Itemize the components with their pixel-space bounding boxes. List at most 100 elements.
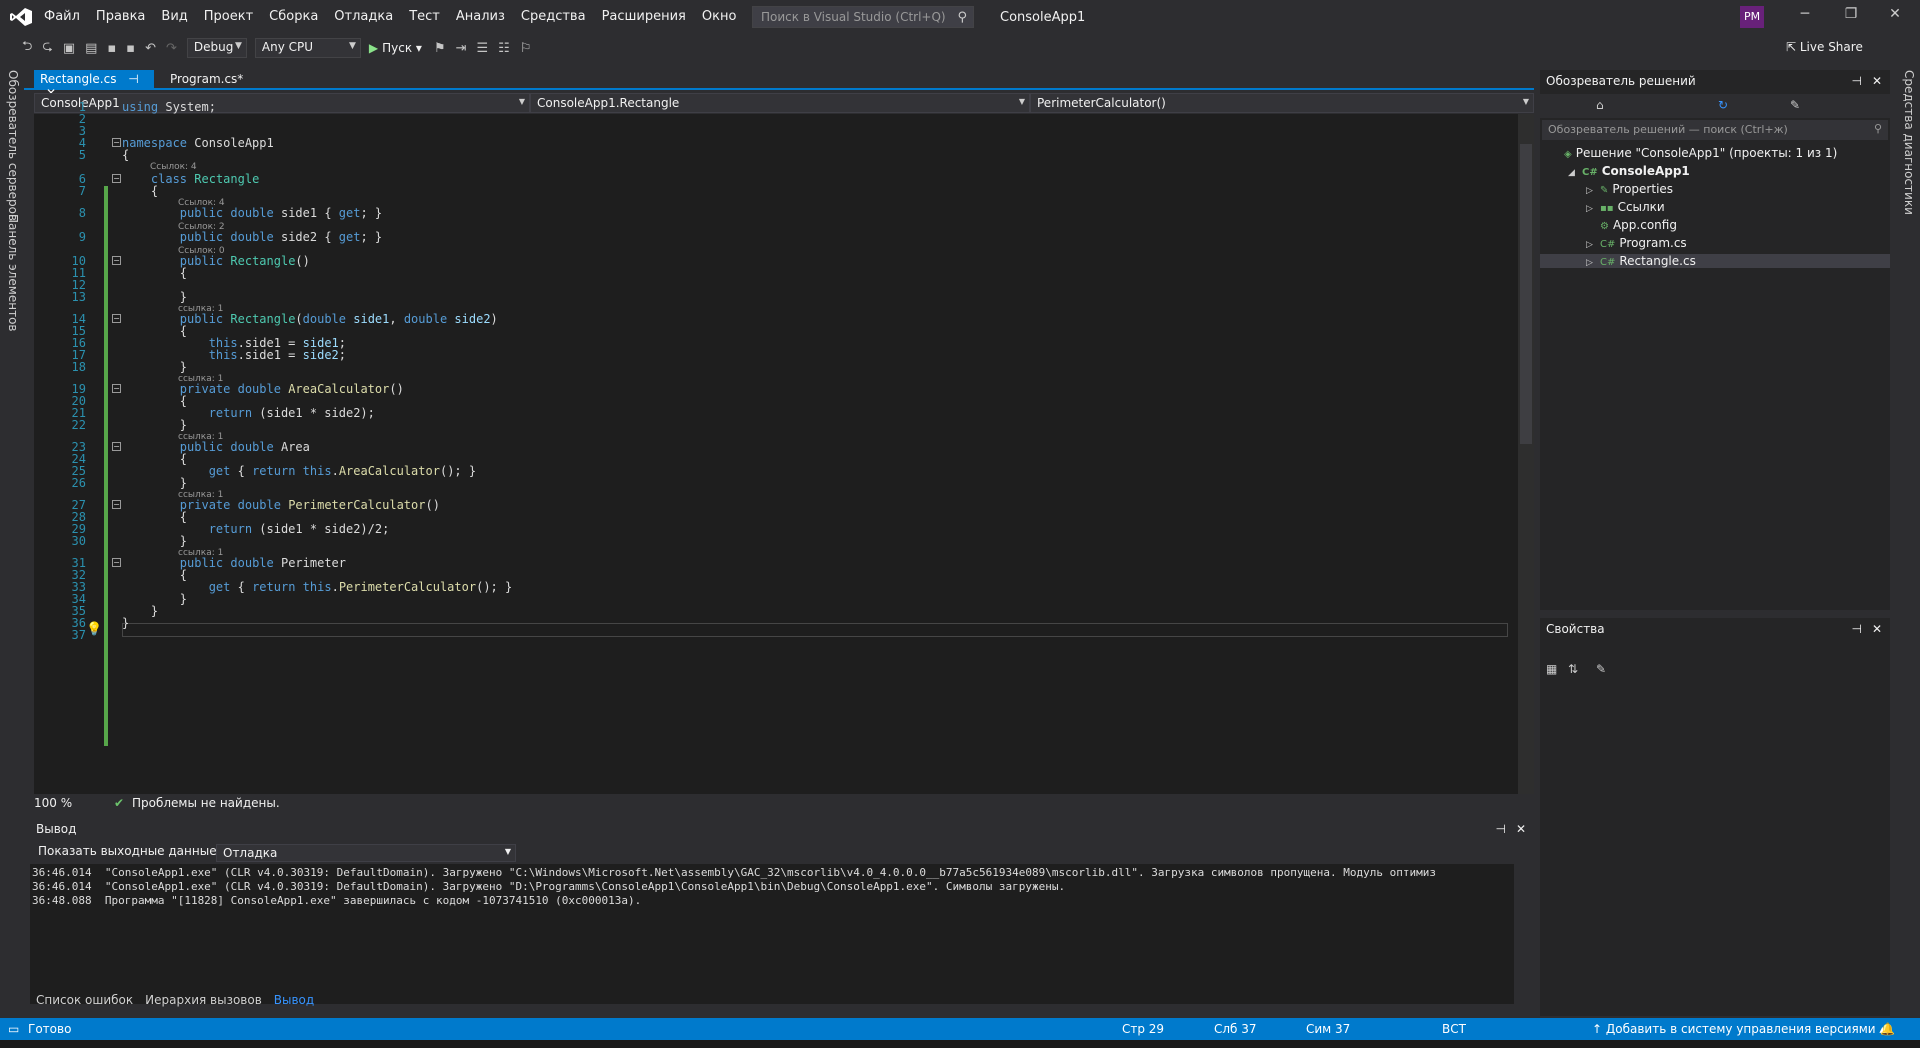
comment-icon[interactable]: ☷ [498,41,510,56]
tree-item[interactable]: ◢ C# ConsoleApp1 [1568,164,1690,178]
tab-error-list[interactable]: Список ошибок [30,992,139,1010]
save-all-icon[interactable]: ▪ [126,41,135,56]
project-dropdown[interactable]: ConsoleApp1 ▼ [34,93,530,113]
vertical-scrollbar[interactable] [1518,114,1534,794]
codelens-references[interactable]: ссылка: 1 [178,304,223,314]
codelens-references[interactable]: ссылка: 1 [178,432,223,442]
code-line[interactable]: { [122,148,129,162]
tree-item[interactable]: ▷ ✎ Properties [1586,182,1673,196]
codelens-references[interactable]: ссылка: 1 [178,490,223,500]
output-text[interactable]: 36:46.014 "ConsoleApp1.exe" (CLR v4.0.30… [30,864,1514,1032]
expander-icon[interactable]: ▷ [1586,186,1600,196]
code-line[interactable]: { [122,184,158,198]
pin-icon[interactable]: ⊣ [1496,822,1506,836]
server-explorer-tab[interactable]: Обозреватель серверов [6,70,20,221]
indent-icon[interactable]: ☰ [477,41,489,56]
home-icon[interactable]: ⌂ [1596,98,1604,112]
live-share-button[interactable]: ⇱ Live Share [1786,40,1863,54]
tab-program-cs[interactable]: Program.cs* [164,70,249,88]
collapse-icon[interactable]: − [112,314,121,323]
tab-call-hierarchy[interactable]: Иерархия вызовов [139,992,268,1010]
expander-icon[interactable]: ◢ [1568,168,1582,178]
codelens-references[interactable]: Ссылок: 4 [150,162,197,172]
tree-item[interactable]: ◈ Решение "ConsoleApp1" (проекты: 1 из 1) [1550,146,1837,160]
close-icon[interactable]: ✕ [1516,822,1526,836]
code-line[interactable]: } [122,418,187,432]
code-line[interactable]: { [122,266,187,280]
property-pages-icon[interactable]: ✎ [1596,662,1606,676]
start-button[interactable]: ▶ Пуск ▾ [369,41,422,55]
tree-item[interactable]: ▷ C# Rectangle.cs [1540,254,1890,268]
zoom-level[interactable]: 100 % [34,796,72,810]
pin-icon[interactable]: ⊣ [128,72,138,86]
code-editor[interactable]: 1 2 3 4 5 6 7 8 9 10 11 12 13 14 15 16 17 18 19 20 21 22 23 24 2… [34,100,1534,794]
codelens-references[interactable]: ссылка: 1 [178,548,223,558]
tree-item[interactable]: ▷ C# Program.cs [1586,236,1687,250]
diagnostic-tools-tab[interactable]: Средства диагностики [1902,70,1916,215]
menu-item[interactable]: Тест [401,0,448,34]
menu-item[interactable]: Вид [153,0,195,34]
collapse-icon[interactable]: − [112,558,121,567]
type-dropdown[interactable]: ConsoleApp1.Rectangle ▼ [530,93,1030,113]
codelens-references[interactable]: Ссылок: 2 [178,222,225,232]
menu-item[interactable]: Проект [196,0,261,34]
avatar[interactable]: PM [1740,6,1764,28]
code-line[interactable]: using System; [122,100,216,114]
menu-item[interactable]: Отладка [326,0,401,34]
browser-link-icon[interactable]: ⚑ [434,41,446,56]
pin-icon[interactable]: ⊣ [1852,622,1862,636]
step-icon[interactable]: ⇥ [456,41,467,56]
code-line[interactable]: public double side2 { get; } [122,230,382,244]
minimize-icon[interactable]: ─ [1790,6,1820,22]
code-line[interactable]: } [122,360,187,374]
restore-icon[interactable]: ❐ [1836,6,1866,22]
tab-rectangle-cs[interactable]: Rectangle.cs ⊣ ✕ [34,70,154,100]
menu-item[interactable]: Расширения [594,0,694,34]
back-icon[interactable]: ⮌ [22,37,32,59]
close-icon[interactable]: ✕ [1880,6,1910,22]
source-control-button[interactable]: ↑ Добавить в систему управления версиями… [1592,1022,1885,1036]
code-line[interactable]: } [122,290,187,304]
collapse-icon[interactable]: − [112,384,121,393]
expander-icon[interactable]: ▷ [1586,258,1600,268]
tree-item[interactable]: ⚙ App.config [1586,218,1677,232]
menu-item[interactable]: Правка [88,0,153,34]
collapse-icon[interactable]: − [112,500,121,509]
search-input[interactable]: Поиск в Visual Studio (Ctrl+Q) ⚲ [752,6,974,28]
problems-status[interactable]: Проблемы не найдены. [132,796,280,810]
categorized-icon[interactable]: ▦ [1546,662,1557,676]
tree-item[interactable]: ▷ ▪▪ Ссылки [1586,200,1665,214]
code-line[interactable]: public double side1 { get; } [122,206,382,220]
menu-item[interactable]: Средства [513,0,594,34]
menu-item[interactable]: Анализ [448,0,513,34]
member-dropdown[interactable]: PerimeterCalculator() ▼ [1030,93,1534,113]
configuration-select[interactable]: Debug ▼ [186,38,247,58]
refresh-icon[interactable]: ↻ [1718,98,1728,112]
menu-item[interactable]: Файл [36,0,88,34]
code-line[interactable]: } [122,476,187,490]
codelens-references[interactable]: Ссылок: 4 [178,198,225,208]
new-project-icon[interactable]: ▣ [63,41,75,56]
collapse-icon[interactable]: − [112,174,121,183]
close-icon[interactable]: ✕ [1872,622,1882,636]
lightbulb-icon[interactable]: 💡 [86,622,102,637]
code-line[interactable]: } [122,534,187,548]
alphabetical-icon[interactable]: ⇅ [1568,662,1578,676]
output-source-select[interactable]: Отладка ▼ [216,844,516,862]
collapse-icon[interactable]: − [112,256,121,265]
platform-select[interactable]: Any CPU ▼ [254,38,361,58]
expander-icon[interactable]: ▷ [1586,240,1600,250]
collapse-icon[interactable]: − [112,442,121,451]
forward-icon[interactable]: ⮎ [42,37,52,59]
solution-explorer-search-input[interactable]: Обозреватель решений — поиск (Ctrl+ж) ⚲ [1542,120,1888,140]
collapse-icon[interactable]: − [112,138,121,147]
expander-icon[interactable]: ▷ [1586,204,1600,214]
notifications-icon[interactable]: 🔔 [1880,1022,1895,1036]
codelens-references[interactable]: Ссылок: 0 [178,246,225,256]
menu-item[interactable]: Окно [694,0,745,34]
undo-icon[interactable]: ↶ [145,41,156,56]
scrollbar-thumb[interactable] [1520,144,1532,444]
pin-icon[interactable]: ⊣ [1852,74,1862,88]
code-line[interactable]: } [122,616,129,630]
toolbox-tab[interactable]: Панель элементов [6,214,20,332]
